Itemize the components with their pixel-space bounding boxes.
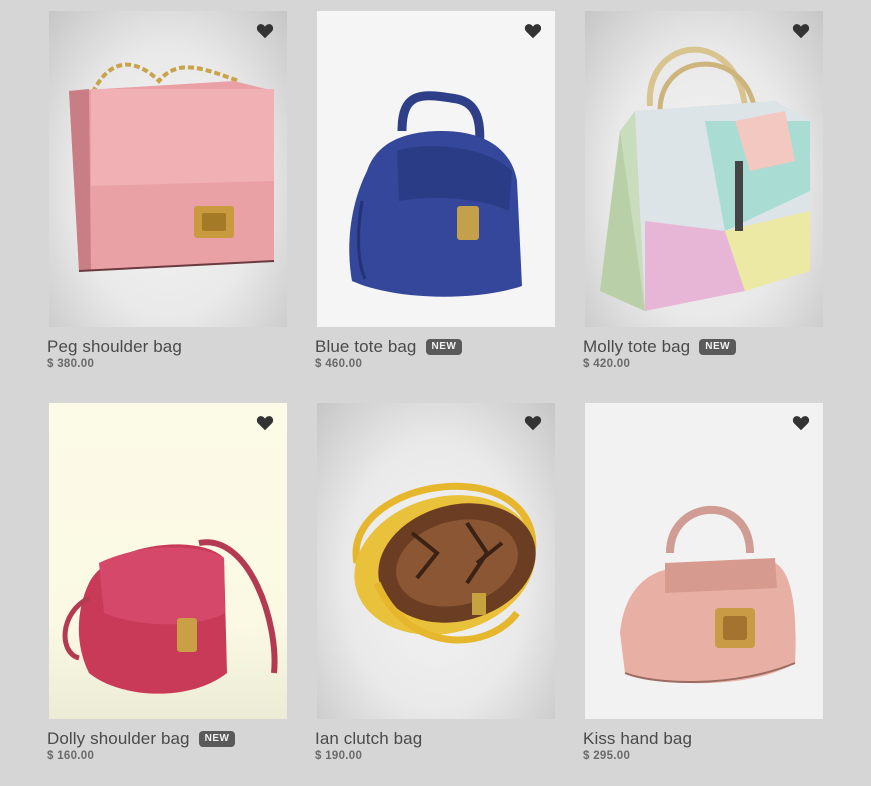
heart-icon[interactable] bbox=[256, 23, 274, 39]
product-price: $ 190.00 bbox=[315, 750, 363, 762]
product-card[interactable]: Kiss hand bag $ 295.00 bbox=[583, 403, 823, 762]
heart-icon[interactable] bbox=[256, 415, 274, 431]
product-name[interactable]: Dolly shoulder bag bbox=[47, 729, 190, 749]
product-price: $ 380.00 bbox=[47, 358, 95, 370]
product-card[interactable]: Molly tote bag NEW $ 420.00 bbox=[583, 11, 823, 370]
product-name[interactable]: Ian clutch bag bbox=[315, 729, 422, 749]
heart-icon[interactable] bbox=[524, 415, 542, 431]
product-card[interactable]: Blue tote bag NEW $ 460.00 bbox=[315, 11, 555, 370]
product-name[interactable]: Kiss hand bag bbox=[583, 729, 692, 749]
new-badge: NEW bbox=[425, 339, 463, 355]
product-price: $ 420.00 bbox=[583, 358, 631, 370]
product-card[interactable]: Dolly shoulder bag NEW $ 160.00 bbox=[47, 403, 287, 762]
heart-icon[interactable] bbox=[524, 23, 542, 39]
new-badge: NEW bbox=[198, 731, 236, 747]
product-image-blush-hand-bag[interactable] bbox=[585, 403, 823, 719]
product-price: $ 295.00 bbox=[583, 750, 631, 762]
product-image-red-saddle-bag[interactable] bbox=[49, 403, 287, 719]
product-image-yellow-round-clutch[interactable] bbox=[317, 403, 555, 719]
blush-hand-bag-image bbox=[620, 505, 796, 684]
pastel-tote-bag-image bbox=[600, 46, 810, 311]
product-image-blue-tote-bag[interactable] bbox=[317, 11, 555, 327]
product-name[interactable]: Molly tote bag bbox=[583, 337, 690, 357]
product-price: $ 460.00 bbox=[315, 358, 363, 370]
blue-tote-bag-image bbox=[349, 91, 522, 297]
yellow-round-clutch-image bbox=[352, 482, 537, 644]
product-image-pastel-tote-bag[interactable] bbox=[585, 11, 823, 327]
product-price: $ 160.00 bbox=[47, 750, 95, 762]
product-name[interactable]: Blue tote bag bbox=[315, 337, 417, 357]
product-card[interactable]: Ian clutch bag $ 190.00 bbox=[315, 403, 555, 762]
product-name[interactable]: Peg shoulder bag bbox=[47, 337, 182, 357]
heart-icon[interactable] bbox=[792, 415, 810, 431]
pink-shoulder-bag-image bbox=[69, 62, 275, 272]
red-saddle-bag-image bbox=[62, 539, 278, 694]
heart-icon[interactable] bbox=[792, 23, 810, 39]
product-card[interactable]: Peg shoulder bag $ 380.00 bbox=[47, 11, 287, 370]
new-badge: NEW bbox=[699, 339, 737, 355]
product-image-pink-shoulder-bag[interactable] bbox=[49, 11, 287, 327]
